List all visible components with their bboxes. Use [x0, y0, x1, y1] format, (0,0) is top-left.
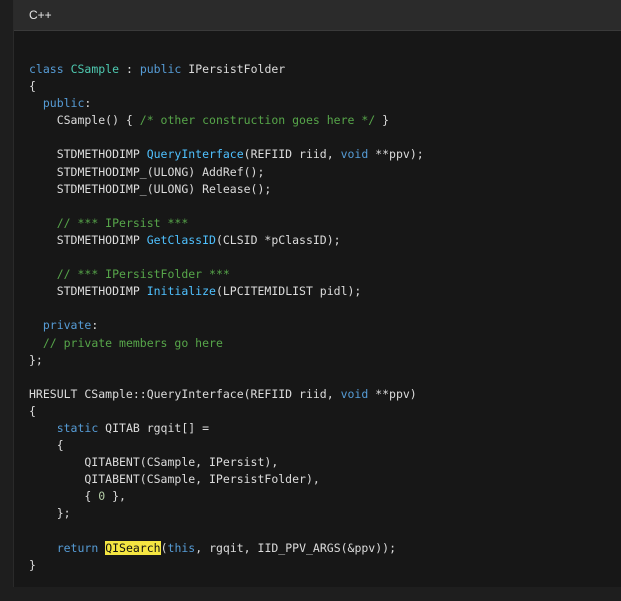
code-token: GetClassID — [146, 232, 216, 247]
code-line: QITABENT(CSample, IPersistFolder), — [29, 471, 424, 488]
code-token: Initialize — [146, 284, 216, 299]
code-token: STDMETHODIMP — [29, 232, 147, 247]
code-line: return QISearch(this, rgqit, IID_PPV_ARG… — [29, 540, 424, 557]
code-token: this — [167, 540, 196, 555]
code-token: CSample() { — [29, 113, 140, 128]
code-line: }; — [29, 352, 424, 369]
code-token: STDMETHODIMP — [29, 147, 147, 162]
code-token: private — [42, 318, 92, 333]
code-token: QITABENT(CSample, IPersist), — [29, 455, 279, 470]
code-line: HRESULT CSample::QueryInterface(REFIID r… — [29, 386, 424, 403]
code-token: STDMETHODIMP — [29, 284, 147, 299]
code-token: (REFIID riid, — [243, 147, 341, 162]
code-token: // private members go here — [42, 335, 223, 350]
code-line: STDMETHODIMP_(ULONG) Release(); — [29, 181, 424, 198]
code-line: QITABENT(CSample, IPersist), — [29, 454, 424, 471]
code-token: }; — [29, 352, 43, 367]
code-token: STDMETHODIMP_(ULONG) AddRef(); — [29, 164, 265, 179]
code-token: STDMETHODIMP_(ULONG) Release(); — [29, 181, 272, 196]
code-token: , rgqit, IID_PPV_ARGS(&ppv)); — [195, 540, 397, 555]
code-line: public: — [29, 95, 424, 112]
code-line: { — [29, 437, 424, 454]
code-token: }, — [105, 489, 126, 504]
code-line: }; — [29, 505, 424, 522]
code-token: : — [84, 96, 92, 111]
code-line: private: — [29, 317, 424, 334]
code-token: class — [29, 62, 64, 76]
code-token: : — [119, 62, 140, 76]
code-line: STDMETHODIMP GetClassID(CLSID *pClassID)… — [29, 232, 424, 249]
code-token: static — [56, 420, 99, 435]
code-token: void — [340, 386, 369, 401]
code-line: STDMETHODIMP QueryInterface(REFIID riid,… — [29, 146, 424, 163]
code-token: } — [375, 113, 390, 128]
code-block-header: C++ — [14, 0, 621, 31]
code-line: STDMETHODIMP_(ULONG) AddRef(); — [29, 164, 424, 181]
code-token: QITAB rgqit[] = — [98, 420, 210, 435]
code-line: STDMETHODIMP Initialize(LPCITEMIDLIST pi… — [29, 283, 424, 300]
code-token: HRESULT CSample::QueryInterface(REFIID r… — [29, 386, 341, 401]
code-token: ( — [160, 540, 168, 555]
code-token: QITABENT(CSample, IPersistFolder), — [29, 472, 320, 487]
code-line: class CSample : public IPersistFolder — [29, 61, 424, 78]
code-line: { — [29, 78, 424, 95]
code-block: C++ class CSample : public IPersistFolde… — [13, 0, 621, 587]
code-token: return — [56, 540, 99, 555]
code-token: // *** IPersist *** — [56, 215, 189, 230]
code-line: // *** IPersistFolder *** — [29, 266, 424, 283]
code-token: : — [91, 318, 99, 333]
page-background: C++ class CSample : public IPersistFolde… — [0, 0, 621, 601]
code-token: } — [29, 557, 36, 572]
code-token: **ppv); — [368, 147, 424, 162]
code-line: // private members go here — [29, 335, 424, 352]
code-token: { — [29, 79, 36, 94]
search-highlight: QISearch — [105, 540, 161, 555]
code-line: { 0 }, — [29, 488, 424, 505]
code-line: static QITAB rgqit[] = — [29, 420, 424, 437]
code-token: { — [29, 403, 36, 418]
code-line: } — [29, 557, 424, 574]
code-line: // *** IPersist *** — [29, 215, 424, 232]
code-token: (CLSID *pClassID); — [215, 232, 341, 247]
code-token: }; — [29, 506, 71, 521]
code-token: **ppv) — [368, 386, 417, 401]
code-token: IPersistFolder — [181, 62, 286, 76]
code-token: { — [29, 489, 99, 504]
code-token: QueryInterface — [146, 147, 244, 162]
code-token: { — [29, 438, 64, 453]
code-token: // *** IPersistFolder *** — [56, 267, 230, 282]
code-content[interactable]: class CSample : public IPersistFolder{ p… — [29, 61, 424, 574]
code-token: /* other construction goes here */ — [139, 113, 376, 128]
code-line: { — [29, 403, 424, 420]
code-token: public — [42, 96, 85, 111]
code-token: public — [139, 62, 182, 76]
code-line: CSample() { /* other construction goes h… — [29, 112, 424, 129]
code-token: CSample — [70, 62, 120, 76]
language-label: C++ — [29, 8, 52, 22]
code-token: void — [340, 147, 369, 162]
code-token: (LPCITEMIDLIST pidl); — [215, 284, 362, 299]
